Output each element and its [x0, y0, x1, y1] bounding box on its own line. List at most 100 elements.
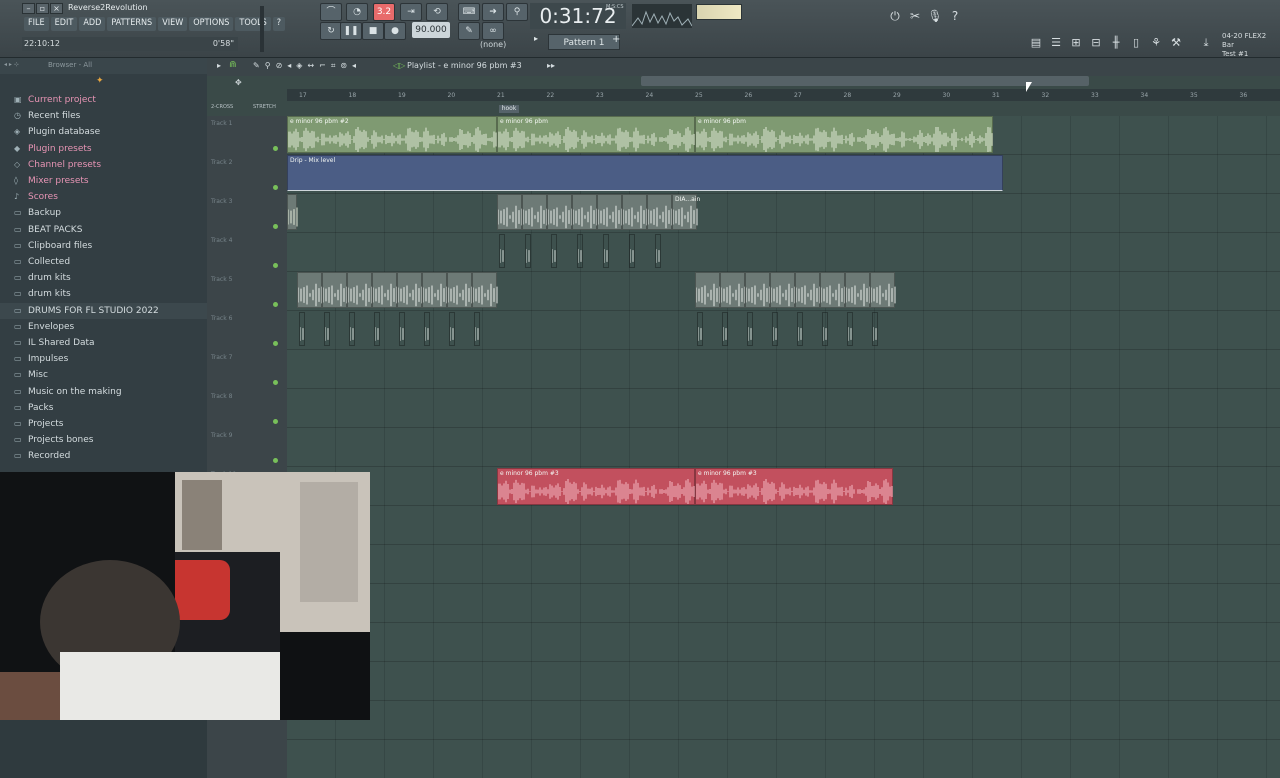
audio-clip[interactable] — [629, 234, 635, 268]
audio-clip[interactable] — [603, 234, 609, 268]
track-mute-led[interactable] — [273, 263, 278, 268]
project-icon[interactable]: ▯ — [1128, 35, 1144, 51]
tempo-display[interactable]: 90.000 — [412, 22, 450, 38]
audio-clip[interactable] — [722, 312, 728, 346]
blend-icon[interactable]: ⇥ — [400, 3, 422, 21]
track-mute-led[interactable] — [273, 341, 278, 346]
browser-item[interactable]: ♪ Scores — [0, 189, 207, 205]
audio-clip[interactable] — [472, 272, 498, 308]
audio-clip[interactable] — [720, 272, 746, 308]
track-mute-led[interactable] — [273, 380, 278, 385]
browser-item[interactable]: ▭ Packs — [0, 400, 207, 416]
pattern-add-icon[interactable]: + — [612, 34, 624, 50]
audio-clip[interactable] — [697, 312, 703, 346]
menu-add[interactable]: ADD — [79, 17, 106, 31]
audio-clip[interactable] — [772, 312, 778, 346]
marker-hook[interactable]: hook — [499, 105, 519, 113]
browser-item[interactable]: ▭ Collected — [0, 254, 207, 270]
metronome-icon[interactable]: ◔ — [346, 3, 368, 21]
horizontal-scrollbar[interactable] — [641, 76, 1089, 86]
audio-clip[interactable] — [747, 312, 753, 346]
loop-icon[interactable]: ↻ — [320, 22, 342, 40]
typing-keyboard-icon[interactable]: ⌨ — [458, 3, 480, 21]
loop-record-icon[interactable]: ⟲ — [426, 3, 448, 21]
track-mute-led[interactable] — [273, 224, 278, 229]
track-mute-led[interactable] — [273, 146, 278, 151]
track-mute-led[interactable] — [273, 302, 278, 307]
audio-clip[interactable] — [497, 194, 523, 230]
menu-view[interactable]: VIEW — [158, 17, 188, 31]
audio-clip[interactable] — [399, 312, 405, 346]
track-name[interactable]: Track 4 — [211, 237, 232, 244]
audio-clip[interactable] — [845, 272, 871, 308]
track-name[interactable]: Track 6 — [211, 315, 232, 322]
cut-icon[interactable]: ✂ — [906, 7, 924, 25]
zoom-icon[interactable]: ✥ — [235, 78, 242, 87]
pattern-selector[interactable]: Pattern 1 — [548, 34, 620, 50]
audio-clip[interactable] — [299, 312, 305, 346]
browser-item[interactable]: ◆ Plugin presets — [0, 141, 207, 157]
menu-edit[interactable]: EDIT — [50, 17, 78, 31]
audio-clip[interactable] — [655, 234, 661, 268]
menu-patterns[interactable]: PATTERNS — [107, 17, 157, 31]
browser-star-icon[interactable]: ✦ — [96, 76, 104, 86]
browser-item[interactable]: ▭ Misc — [0, 367, 207, 383]
audio-clip[interactable] — [870, 272, 896, 308]
pattern-mode-button[interactable]: 3.2 — [373, 3, 395, 21]
timeline-ruler[interactable]: 17 18 19 20 21 22 23 24 25 26 27 28 29 30 31 32 33 34 35 36 — [287, 89, 1280, 101]
crossfade-toggle[interactable]: 2-CROSS — [211, 104, 233, 110]
menu-help[interactable]: ? — [272, 17, 286, 31]
browser-item[interactable]: ▭ Recorded — [0, 448, 207, 464]
track-mute-led[interactable] — [273, 419, 278, 424]
playlist-icon[interactable]: ▤ — [1028, 35, 1044, 51]
browser-item[interactable]: ▭ BEAT PACKS — [0, 222, 207, 238]
track-name[interactable]: Track 9 — [211, 432, 232, 439]
audio-clip[interactable] — [397, 272, 423, 308]
audio-clip[interactable]: e minor 96 pbm — [497, 116, 695, 153]
news-panel[interactable]: 04-20 FLEX2 Bar Test #1 — [1222, 32, 1280, 59]
browser-nav-icon[interactable]: ◂ ▸ ⊹ — [4, 61, 19, 68]
minimize-icon[interactable]: – — [22, 3, 35, 14]
play-pattern-icon[interactable]: ◁▷ — [393, 61, 405, 70]
browser-item[interactable]: ▣ Current project — [0, 92, 207, 108]
audio-clip[interactable] — [820, 272, 846, 308]
track-name[interactable]: Track 3 — [211, 198, 232, 205]
menu-options[interactable]: OPTIONS — [189, 17, 234, 31]
audio-clip[interactable] — [522, 194, 548, 230]
browser-item[interactable]: ◊ Mixer presets — [0, 173, 207, 189]
close-icon[interactable]: × — [50, 3, 63, 14]
record-icon[interactable]: ● — [384, 22, 406, 40]
audio-clip[interactable]: e minor 96 pbm #3 — [497, 468, 695, 505]
audio-clip[interactable] — [822, 312, 828, 346]
audio-clip[interactable] — [572, 194, 598, 230]
track-mute-led[interactable] — [273, 458, 278, 463]
audio-clip[interactable]: DIA...ain — [672, 194, 700, 230]
snap-magnet-icon[interactable]: ⋒ — [229, 60, 237, 70]
browser-item[interactable]: ◈ Plugin database — [0, 124, 207, 140]
track-mute-led[interactable] — [273, 185, 278, 190]
reset-icon[interactable]: ⏻ — [886, 7, 904, 25]
audio-clip[interactable] — [287, 194, 298, 230]
browser-item[interactable]: ▭ Projects bones — [0, 432, 207, 448]
audio-clip[interactable] — [647, 194, 673, 230]
browser-item[interactable]: ▭ drum kits — [0, 286, 207, 302]
audio-clip[interactable] — [374, 312, 380, 346]
link-icon[interactable]: ∞ — [482, 22, 504, 40]
browser-icon[interactable]: ⊟ — [1088, 35, 1104, 51]
audio-clip[interactable] — [872, 312, 878, 346]
audio-clip[interactable] — [372, 272, 398, 308]
tools-icon[interactable]: ⚒ — [1168, 35, 1184, 51]
help-icon[interactable]: ? — [946, 7, 964, 25]
browser-item[interactable]: ▭ DRUMS FOR FL STUDIO 2022 — [0, 302, 207, 319]
step-edit-icon[interactable]: ➜ — [482, 3, 504, 21]
playlist-grid[interactable]: e minor 96 pbm #2 e minor 96 pbm e minor 9… — [287, 116, 1280, 778]
browser-item[interactable]: ▭ Music on the making — [0, 384, 207, 400]
audio-clip[interactable]: e minor 96 pbm — [695, 116, 993, 153]
stretch-toggle[interactable]: STRETCH — [253, 104, 276, 110]
snap-icon[interactable]: ✎ — [458, 22, 480, 40]
playlist-menu-icon[interactable]: ▸ — [217, 61, 221, 70]
audio-clip[interactable] — [597, 194, 623, 230]
audio-clip[interactable]: e minor 96 pbm #2 — [287, 116, 497, 153]
audio-clip[interactable] — [349, 312, 355, 346]
master-volume-slider[interactable] — [260, 6, 264, 52]
